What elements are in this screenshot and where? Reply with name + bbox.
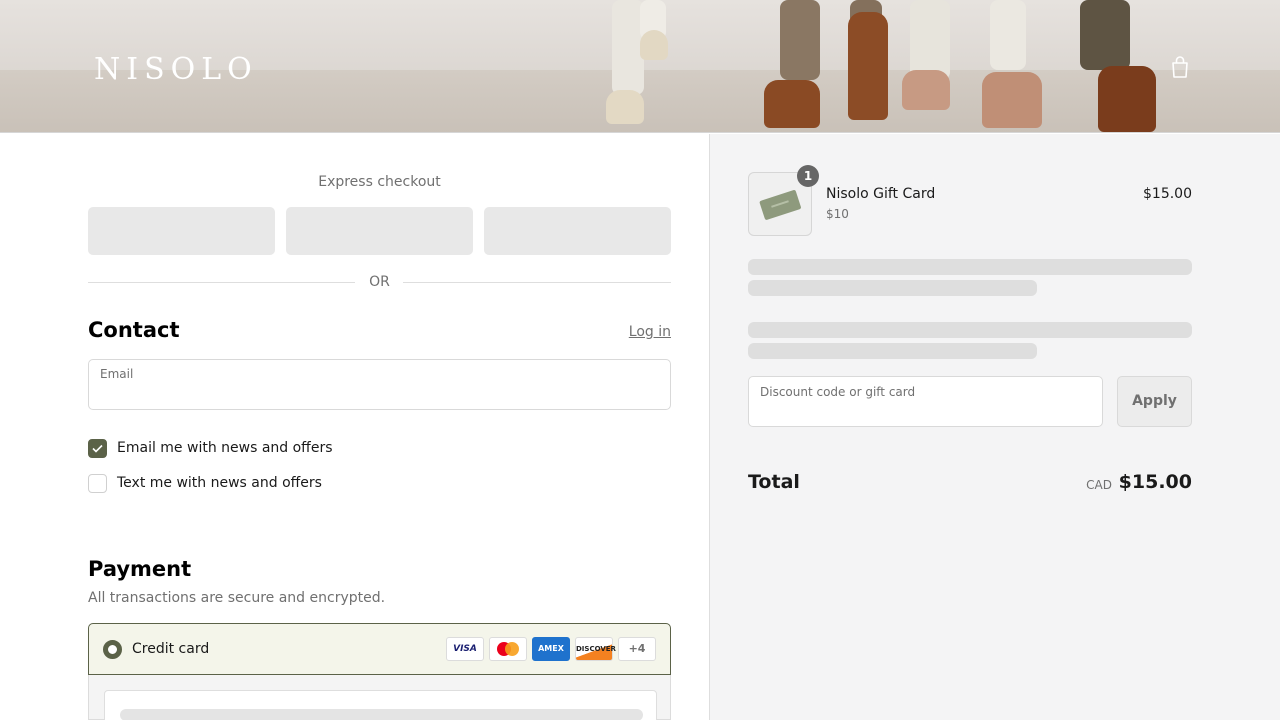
payment-heading: Payment: [88, 557, 192, 581]
email-field[interactable]: Email: [88, 359, 671, 410]
or-divider: OR: [88, 272, 671, 292]
checkout-form: Express checkout OR Contact Log in Email…: [0, 134, 709, 720]
total-currency: CAD: [1086, 478, 1112, 492]
item-variant: $10: [826, 207, 849, 221]
quantity-badge: 1: [797, 165, 819, 187]
loading-skeleton: [748, 280, 1037, 296]
nisolo-logo[interactable]: NISOLO: [94, 52, 258, 87]
order-summary: 1 Nisolo Gift Card $10 $15.00 Discount c…: [710, 134, 1280, 720]
express-pay-button-3[interactable]: [484, 207, 671, 255]
contact-heading: Contact: [88, 318, 180, 342]
more-brands-badge: +4: [618, 637, 656, 661]
total-label: Total: [748, 471, 800, 493]
header-banner: NISOLO: [0, 0, 1280, 133]
credit-card-label: Credit card: [132, 641, 210, 657]
card-number-field[interactable]: [104, 690, 657, 720]
express-checkout-title: Express checkout: [318, 174, 441, 190]
radio-selected-icon[interactable]: [103, 640, 122, 659]
divider-line: [403, 282, 671, 283]
express-pay-button-1[interactable]: [88, 207, 275, 255]
discount-label: Discount code or gift card: [760, 385, 916, 399]
discount-code-field[interactable]: Discount code or gift card: [748, 376, 1103, 427]
item-price: $15.00: [1143, 186, 1192, 202]
checkbox-checked-icon[interactable]: [88, 439, 107, 458]
email-news-checkbox[interactable]: Email me with news and offers: [88, 438, 348, 458]
loading-skeleton: [120, 709, 643, 720]
payment-subtitle: All transactions are secure and encrypte…: [88, 590, 386, 606]
apply-button[interactable]: Apply: [1117, 376, 1192, 427]
visa-icon: VISA: [446, 637, 484, 661]
shopping-bag-icon[interactable]: [1170, 55, 1190, 79]
email-news-label: Email me with news and offers: [117, 440, 333, 456]
loading-skeleton: [748, 322, 1192, 338]
express-pay-button-2[interactable]: [286, 207, 473, 255]
checkbox-empty-icon[interactable]: [88, 474, 107, 493]
login-link[interactable]: Log in: [600, 324, 671, 340]
loading-skeleton: [748, 259, 1192, 275]
card-fields-panel: [88, 675, 671, 720]
credit-card-option[interactable]: Credit card VISA AMEX DISCOVER +4: [88, 623, 671, 675]
text-news-checkbox[interactable]: Text me with news and offers: [88, 473, 348, 493]
amex-icon: AMEX: [532, 637, 570, 661]
email-label: Email: [100, 367, 134, 381]
text-news-label: Text me with news and offers: [117, 475, 322, 491]
mastercard-icon: [489, 637, 527, 661]
item-name: Nisolo Gift Card: [826, 186, 936, 202]
total-amount: $15.00: [1118, 471, 1192, 493]
discover-icon: DISCOVER: [575, 637, 616, 661]
loading-skeleton: [748, 343, 1037, 359]
